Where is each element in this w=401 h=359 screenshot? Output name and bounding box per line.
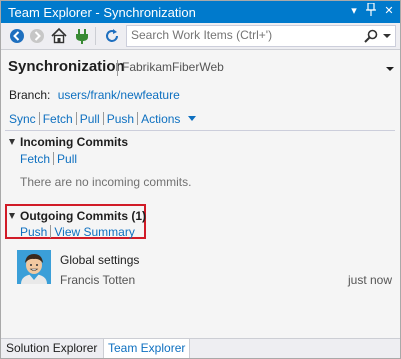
outgoing-actions: Push View Summary xyxy=(20,225,135,239)
search-options-chevron-down-icon[interactable] xyxy=(382,28,392,44)
outgoing-commits-heading[interactable]: Outgoing Commits (1) xyxy=(20,209,146,223)
tab-team-explorer[interactable]: Team Explorer xyxy=(103,339,191,358)
commit-message[interactable]: Global settings xyxy=(60,253,139,267)
push-link[interactable]: Push xyxy=(107,112,134,126)
synchronization-page: Synchronization FabrikamFiberWeb Branch:… xyxy=(1,50,400,338)
title-bar: Team Explorer - Synchronization ▾ ✕ xyxy=(1,1,400,23)
search-icon[interactable] xyxy=(363,28,379,44)
fetch-link[interactable]: Fetch xyxy=(43,112,73,126)
incoming-collapse-icon[interactable] xyxy=(9,139,15,145)
incoming-actions: Fetch Pull xyxy=(20,152,77,166)
incoming-pull-link[interactable]: Pull xyxy=(57,152,77,166)
pin-glyph xyxy=(366,2,376,16)
outgoing-collapse-icon[interactable] xyxy=(9,213,15,219)
actions-chevron-down-icon[interactable] xyxy=(187,111,196,125)
incoming-fetch-link[interactable]: Fetch xyxy=(20,152,50,166)
sync-link[interactable]: Sync xyxy=(9,112,36,126)
branch-label: Branch: xyxy=(9,88,51,102)
refresh-icon[interactable] xyxy=(103,27,121,45)
search-input[interactable] xyxy=(131,27,355,43)
section-divider xyxy=(5,130,395,131)
incoming-commits-heading[interactable]: Incoming Commits xyxy=(20,135,128,149)
close-icon[interactable]: ✕ xyxy=(381,3,397,19)
branch-link[interactable]: users/frank/newfeature xyxy=(58,88,180,102)
window-dropdown-icon[interactable]: ▾ xyxy=(346,3,362,19)
search-work-items-box[interactable] xyxy=(126,25,396,47)
pull-link[interactable]: Pull xyxy=(80,112,100,126)
page-menu-chevron-down-icon[interactable] xyxy=(386,60,394,71)
home-icon[interactable] xyxy=(50,27,68,45)
title-divider xyxy=(117,60,118,76)
link-divider xyxy=(53,152,55,165)
window-title: Team Explorer - Synchronization xyxy=(8,5,196,20)
pin-icon[interactable] xyxy=(363,2,379,19)
link-divider xyxy=(102,112,104,125)
no-incoming-commits-text: There are no incoming commits. xyxy=(20,175,192,189)
project-name: FabrikamFiberWeb xyxy=(122,60,224,74)
avatar xyxy=(17,250,51,284)
link-divider xyxy=(50,225,52,238)
tab-solution-explorer[interactable]: Solution Explorer xyxy=(2,339,101,358)
toolbar xyxy=(1,23,400,50)
actions-menu-link[interactable]: Actions xyxy=(141,112,180,126)
back-icon[interactable] xyxy=(8,27,26,45)
link-divider xyxy=(38,112,40,125)
commit-author: Francis Totten xyxy=(60,273,136,287)
commit-time: just now xyxy=(348,273,393,287)
view-summary-link[interactable]: View Summary xyxy=(54,225,134,239)
branch-row: Branch: users/frank/newfeature xyxy=(9,88,180,102)
bottom-tab-bar: Solution Explorer Team Explorer xyxy=(1,338,400,358)
outgoing-push-link[interactable]: Push xyxy=(20,225,47,239)
forward-icon[interactable] xyxy=(28,27,46,45)
connect-icon[interactable] xyxy=(73,27,91,45)
link-divider xyxy=(137,112,139,125)
toolbar-divider xyxy=(95,27,96,45)
sync-actions: Sync Fetch Pull Push Actions xyxy=(9,111,196,126)
page-title: Synchronization xyxy=(8,58,125,75)
team-explorer-window: Team Explorer - Synchronization ▾ ✕ Sear… xyxy=(0,0,401,359)
link-divider xyxy=(75,112,77,125)
